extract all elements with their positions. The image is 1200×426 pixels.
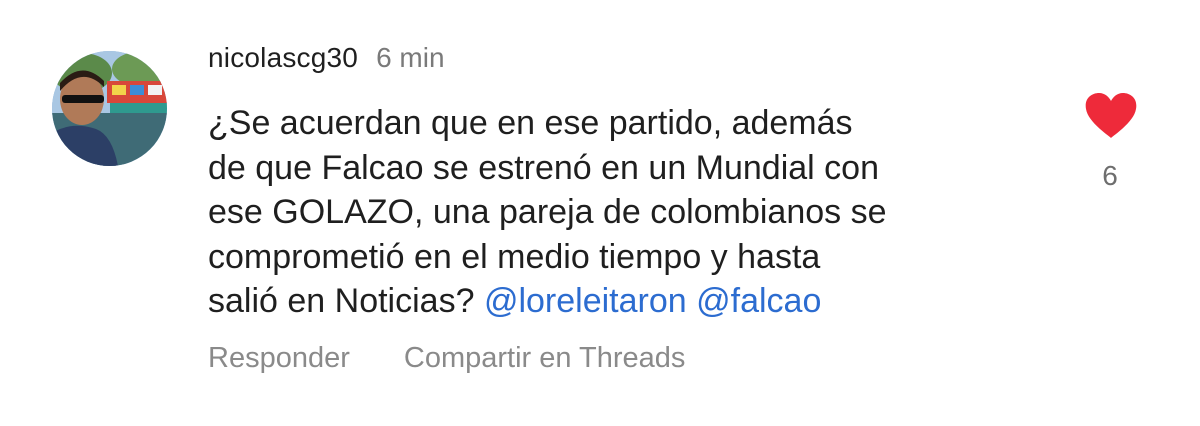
comment-text-line: comprometió en el medio tiempo y hasta	[208, 237, 821, 276]
reply-button[interactable]: Responder	[208, 342, 350, 375]
comment-header: nicolascg30 6 min	[208, 42, 445, 82]
timestamp: 6 min	[376, 42, 445, 73]
comment-text: ¿Se acuerdan que en ese partido, además d…	[208, 101, 1058, 324]
comment-text-line: ese GOLAZO, una pareja de colombianos se	[208, 193, 887, 231]
mention-link[interactable]: @falcao	[696, 282, 821, 320]
like-count: 6	[1102, 160, 1118, 191]
comment-text-line: salió en Noticias?	[208, 282, 475, 320]
avatar[interactable]	[52, 51, 167, 166]
like-button[interactable]	[1084, 92, 1138, 140]
username[interactable]: nicolascg30	[208, 42, 358, 74]
heart-filled-icon	[1085, 93, 1137, 138]
comment-text-line: de que Falcao se estrenó en un Mundial c…	[208, 148, 880, 187]
share-threads-button[interactable]: Compartir en Threads	[404, 342, 686, 375]
comment-text-line: ¿Se acuerdan que en ese partido, además	[208, 104, 853, 142]
comment-actions: Responder Compartir en Threads	[208, 342, 685, 375]
mention-link[interactable]: @loreleitaron	[484, 282, 687, 320]
avatar-photo	[52, 51, 167, 166]
comment: nicolascg30 6 min ¿Se acuerdan que en es…	[0, 0, 1200, 426]
